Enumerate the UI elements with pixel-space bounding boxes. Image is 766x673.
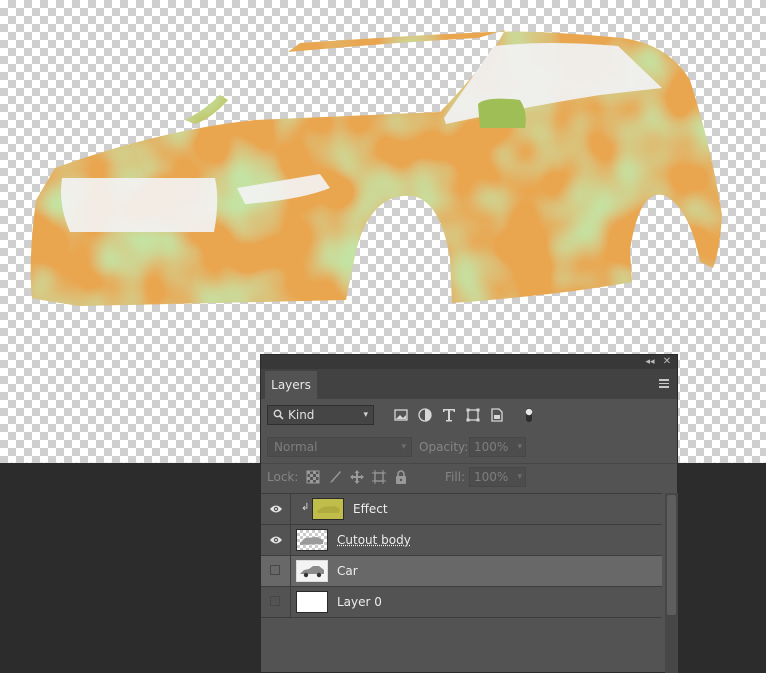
layer-name: Car xyxy=(337,564,358,578)
panel-menu-icon[interactable] xyxy=(659,377,671,389)
visibility-toggle[interactable] xyxy=(261,494,291,524)
lock-transparent-icon[interactable] xyxy=(305,469,321,485)
collapse-icon[interactable]: ◂◂ xyxy=(643,355,657,369)
fill-label: Fill: xyxy=(445,470,466,484)
layer-thumbnail xyxy=(312,498,344,520)
filter-kind-label: Kind xyxy=(288,408,315,422)
chevron-down-icon: ▾ xyxy=(401,442,406,452)
shape-filter-icon[interactable] xyxy=(465,407,481,423)
eye-icon xyxy=(270,505,282,513)
layer-row-layer-0[interactable]: Layer 0 xyxy=(261,587,662,618)
search-icon xyxy=(273,409,284,420)
visibility-toggle[interactable] xyxy=(261,525,291,555)
clipping-mask-icon: ↲ xyxy=(301,502,310,513)
lock-position-icon[interactable] xyxy=(349,469,365,485)
layer-list: ↲ Effect Cutout body Car Layer 0 xyxy=(261,493,662,619)
blend-row: Normal ▾ Opacity: 100% ▾ xyxy=(261,435,677,461)
opacity-value: 100% xyxy=(474,440,509,454)
lock-artboard-icon[interactable] xyxy=(371,469,387,485)
lock-image-icon[interactable] xyxy=(327,469,343,485)
layer-name: Cutout body xyxy=(337,533,411,547)
close-icon[interactable]: ✕ xyxy=(660,355,674,369)
layer-row-effect[interactable]: ↲ Effect xyxy=(261,494,662,525)
layers-panel: ◂◂ ✕ Layers Kind ▾ Normal ▾ Opacity: 100… xyxy=(260,354,678,673)
fill-value: 100% xyxy=(474,470,509,484)
lock-label: Lock: xyxy=(267,470,299,484)
layer-thumbnail xyxy=(296,560,328,582)
chevron-down-icon: ▾ xyxy=(363,410,368,420)
blend-mode-value: Normal xyxy=(274,440,318,454)
filter-kind-select[interactable]: Kind ▾ xyxy=(267,405,374,425)
layer-name: Effect xyxy=(353,502,388,516)
tab-layers[interactable]: Layers xyxy=(265,371,317,399)
layer-thumbnail xyxy=(296,591,328,613)
filter-toggle-icon[interactable] xyxy=(521,407,537,423)
chevron-down-icon: ▾ xyxy=(517,442,522,452)
type-filter-icon[interactable] xyxy=(441,407,457,423)
adjustment-filter-icon[interactable] xyxy=(417,407,433,423)
eye-icon xyxy=(270,536,282,544)
panel-tab-bar: Layers xyxy=(261,369,677,399)
visibility-toggle[interactable] xyxy=(261,556,291,586)
layer-thumbnail xyxy=(296,529,328,551)
lock-row: Lock: Fill: 100% ▾ xyxy=(261,463,677,490)
hidden-visibility-box xyxy=(270,565,280,575)
hidden-visibility-box xyxy=(270,596,280,606)
visibility-toggle[interactable] xyxy=(261,587,291,617)
filter-row: Kind ▾ xyxy=(261,401,677,431)
scrollbar-thumb[interactable] xyxy=(667,495,676,615)
opacity-label: Opacity: xyxy=(419,440,469,454)
opacity-field[interactable]: 100% ▾ xyxy=(469,437,526,457)
layer-row-cutout-body[interactable]: Cutout body xyxy=(261,525,662,556)
chevron-down-icon: ▾ xyxy=(517,472,522,482)
blend-mode-select[interactable]: Normal ▾ xyxy=(267,437,412,457)
lock-all-icon[interactable] xyxy=(393,469,409,485)
layer-name: Layer 0 xyxy=(337,595,382,609)
image-filter-icon[interactable] xyxy=(393,407,409,423)
panel-title-bar[interactable]: ◂◂ ✕ xyxy=(261,355,677,369)
layer-row-car[interactable]: Car xyxy=(261,556,662,587)
fill-field[interactable]: 100% ▾ xyxy=(469,467,526,487)
layer-list-scrollbar[interactable] xyxy=(665,493,678,673)
smart-object-filter-icon[interactable] xyxy=(489,407,505,423)
